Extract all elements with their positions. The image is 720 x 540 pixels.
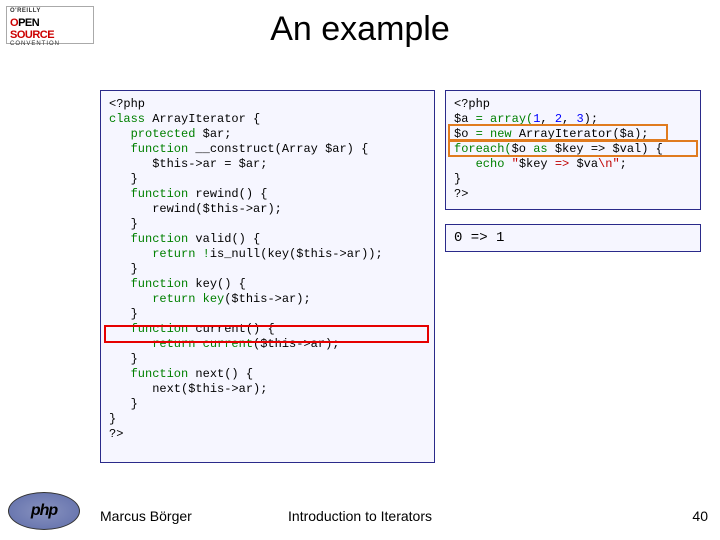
- output-box: 0 => 1: [445, 224, 701, 252]
- slide-title: An example: [0, 10, 720, 49]
- footer-page-number: 40: [692, 508, 708, 524]
- slide-footer: php Marcus Börger Introduction to Iterat…: [0, 508, 720, 532]
- code-block-right: <?php $a = array(1, 2, 3); $o = new Arra…: [445, 90, 701, 210]
- footer-presentation: Introduction to Iterators: [0, 508, 720, 524]
- code-block-left: <?php class ArrayIterator { protected $a…: [100, 90, 435, 463]
